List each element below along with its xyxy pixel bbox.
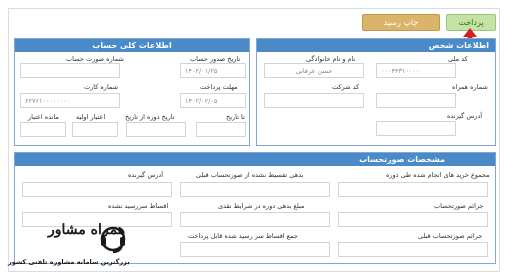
print-receipt-button[interactable]: چاپ رسید bbox=[362, 14, 440, 31]
billing-details-title: مشخصات صورتحساب bbox=[15, 153, 495, 166]
from-date-label: تاریخ دوره از تاریخ bbox=[125, 113, 175, 121]
purchases-total-label: مجموع خرید های انجام شده طی دوره bbox=[386, 171, 490, 179]
previous-fine-label: جرائم صورتحساب قبلی bbox=[418, 232, 483, 240]
due-date-field[interactable]: ۱۴۰۲/۰۲/۰۵ bbox=[180, 93, 246, 108]
initial-credit-field[interactable] bbox=[72, 122, 118, 137]
phone-label: شماره همراه bbox=[452, 83, 488, 91]
bill-fine-label: جرائم صورتحساب bbox=[434, 202, 484, 210]
invoice-date-field[interactable]: ۱۴۰۲/۰۱/۲۵ bbox=[180, 63, 246, 78]
hamrah-moshaver-watermark: همراه مشاور بزرگترین سامانه مشاوره تلفنی… bbox=[6, 220, 156, 272]
initial-credit-label: اعتبار اولیه bbox=[76, 113, 106, 121]
full-name-field[interactable]: حسن عرفانی bbox=[264, 63, 364, 78]
recipient-address-label: آدرس گیرنده bbox=[447, 112, 483, 120]
installment-debt-field[interactable] bbox=[180, 182, 330, 197]
national-code-field[interactable]: ۰۰۰۴۴۳۱۰۰۰۰ bbox=[376, 63, 456, 78]
watermark-subtitle: بزرگترین سامانه مشاوره تلفنی کشور bbox=[8, 258, 130, 266]
remaining-credit-label: مانده اعتبار bbox=[28, 113, 59, 121]
watermark-title: همراه مشاور bbox=[48, 222, 126, 238]
installment-debt-label: بدهی تقسیط نشده از صورتحساب قبلی bbox=[196, 171, 304, 179]
company-code-field[interactable] bbox=[264, 93, 364, 108]
total-due-label: جمع اقساط سر رسید شده قابل پرداخت bbox=[188, 232, 298, 240]
card-number-field[interactable]: ۶۲۷۶۱۰۰۰۰۰۰۰۰ bbox=[20, 93, 120, 108]
to-date-field[interactable] bbox=[196, 122, 246, 137]
purchases-total-field[interactable] bbox=[338, 182, 488, 197]
cash-debt-label: مبلغ بدهی دوره در شرایط نقدی bbox=[218, 202, 305, 210]
account-info-title: اطلاعات کلی حساب bbox=[15, 39, 249, 52]
due-date-label: مهلت پرداخت bbox=[200, 83, 238, 91]
billing-recipient-address-label: آدرس گیرنده bbox=[128, 171, 164, 179]
national-code-label: کد ملی bbox=[448, 55, 468, 63]
total-due-field[interactable] bbox=[180, 242, 330, 257]
invoice-number-field[interactable] bbox=[20, 63, 120, 78]
recipient-address-field[interactable] bbox=[376, 121, 456, 136]
remaining-credit-field[interactable] bbox=[20, 122, 66, 137]
invoice-number-label: شماره صورت حساب bbox=[66, 55, 124, 63]
company-code-label: کد شرکت bbox=[332, 83, 360, 91]
to-date-label: تا تاریخ bbox=[226, 113, 245, 121]
phone-field[interactable] bbox=[376, 93, 456, 108]
invoice-date-label: تاریخ صدور حساب bbox=[190, 55, 241, 63]
personal-info-title: اطلاعات شخص bbox=[257, 39, 495, 52]
card-number-label: شماره کارت bbox=[84, 83, 119, 91]
from-date-field[interactable] bbox=[126, 122, 186, 137]
billing-recipient-address-field[interactable] bbox=[22, 182, 172, 197]
bill-fine-field[interactable] bbox=[338, 212, 488, 227]
cash-debt-field[interactable] bbox=[180, 212, 330, 227]
full-name-label: نام و نام خانوادگی bbox=[306, 55, 356, 63]
previous-fine-field[interactable] bbox=[338, 242, 488, 257]
overdue-installments-label: اقساط سررسید نشده bbox=[108, 202, 169, 210]
